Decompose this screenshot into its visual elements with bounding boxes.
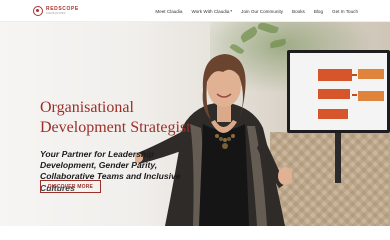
hero-title: Organisational Development Strategist (40, 98, 240, 138)
chevron-down-icon: ▾ (230, 9, 233, 13)
logo-name: REDSCOPE (46, 5, 79, 12)
nav-item-work-with-claudia[interactable]: Work With Claudia ▾ (191, 9, 232, 14)
hero-title-line-1: Organisational (40, 99, 134, 116)
nav-item-books[interactable]: Books (292, 9, 305, 14)
logo-text: REDSCOPE CONSULTING (46, 5, 79, 16)
screen-stand (335, 133, 341, 183)
hero-title-line-2: Development Strategist (40, 119, 191, 136)
nav-item-label: Work With Claudia (191, 8, 230, 14)
nav-item-blog[interactable]: Blog (314, 9, 323, 14)
logo-tagline: CONSULTING (46, 11, 66, 15)
discover-more-button[interactable]: DISCOVER MORE (40, 180, 101, 193)
logo-mark-icon (33, 6, 43, 16)
nav-item-get-in-touch[interactable]: Get In Touch (332, 9, 358, 14)
site-logo[interactable]: REDSCOPE CONSULTING (33, 6, 79, 16)
page-bottom-area (0, 226, 390, 240)
nav-item-join-community[interactable]: Join Our Community (241, 9, 283, 14)
nav-item-meet-claudia[interactable]: Meet Claudia (155, 9, 182, 14)
site-header: REDSCOPE CONSULTING Meet Claudia Work Wi… (0, 0, 390, 22)
main-menu: Meet Claudia Work With Claudia ▾ Join Our… (155, 0, 358, 22)
hero-section: Organisational Development Strategist Yo… (0, 22, 390, 226)
